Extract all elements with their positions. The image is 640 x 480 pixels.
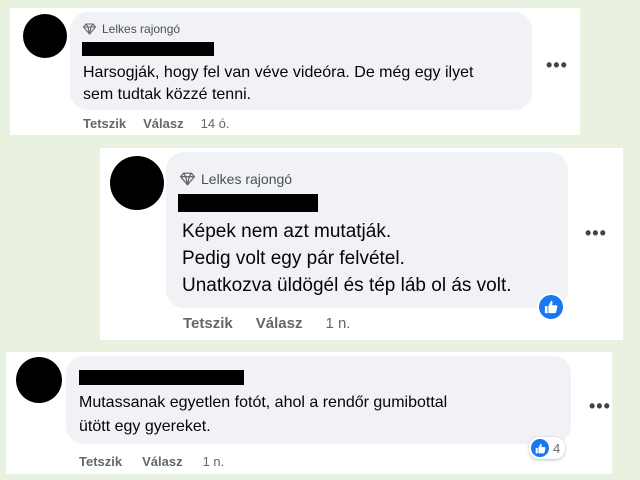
comment-card-3: Mutassanak egyetlen fotót, ahol a rendőr…: [6, 352, 612, 474]
comment-line: sem tudtak közzé tenni.: [83, 85, 252, 103]
comment-line: ütött egy gyereket.: [79, 418, 211, 435]
redacted-author-name: [178, 194, 318, 212]
more-options-icon[interactable]: •••: [585, 224, 607, 242]
thumbs-up-icon: [531, 439, 549, 457]
comment-line: Pedig volt egy pár felvétel.: [182, 248, 405, 269]
avatar[interactable]: [110, 156, 164, 210]
reaction-count: 4: [553, 440, 561, 456]
fan-badge[interactable]: Lelkes rajongó: [83, 22, 180, 36]
avatar[interactable]: [23, 14, 67, 58]
like-button[interactable]: Tetszik: [83, 116, 126, 131]
diamond-icon: [180, 172, 195, 186]
diamond-icon: [83, 23, 96, 35]
comment-line: Harsogják, hogy fel van véve videóra. De…: [83, 64, 474, 81]
more-options-icon[interactable]: •••: [589, 397, 611, 415]
fan-badge[interactable]: Lelkes rajongó: [180, 171, 292, 187]
comment-actions: Tetszik Válasz 14 ó.: [83, 116, 230, 131]
reply-button[interactable]: Válasz: [143, 116, 183, 131]
timestamp[interactable]: 14 ó.: [201, 116, 230, 131]
comment-actions: Tetszik Válasz 1 n.: [183, 315, 350, 332]
comment-text: Harsogják, hogy fel van véve videóra. De…: [83, 62, 528, 105]
comment-text: Mutassanak egyetlen fotót, ahol a rendőr…: [79, 391, 564, 439]
timestamp[interactable]: 1 n.: [325, 315, 350, 332]
comment-line: Képek nem azt mutatják.: [182, 221, 392, 242]
reply-button[interactable]: Válasz: [256, 315, 303, 332]
like-button[interactable]: Tetszik: [79, 454, 122, 469]
comment-bubble: Lelkes rajongó Képek nem azt mutatják. P…: [166, 152, 568, 308]
reaction-summary[interactable]: 4: [529, 437, 566, 459]
comment-actions: Tetszik Válasz 1 n.: [79, 454, 224, 469]
comment-card-1: Lelkes rajongó Harsogják, hogy fel van v…: [10, 8, 580, 135]
timestamp[interactable]: 1 n.: [203, 454, 225, 469]
badge-label: Lelkes rajongó: [201, 171, 293, 187]
reply-button[interactable]: Válasz: [142, 454, 182, 469]
comment-card-2: Lelkes rajongó Képek nem azt mutatják. P…: [100, 148, 623, 340]
comment-bubble: Mutassanak egyetlen fotót, ahol a rendőr…: [66, 356, 571, 444]
redacted-author-name: [82, 42, 214, 56]
comment-bubble: Lelkes rajongó Harsogják, hogy fel van v…: [70, 12, 532, 110]
avatar[interactable]: [16, 357, 62, 403]
like-button[interactable]: Tetszik: [183, 315, 233, 332]
comment-line: Unatkozva üldögél és tép láb ol ás volt.: [182, 275, 512, 296]
comment-text: Képek nem azt mutatják. Pedig volt egy p…: [182, 218, 567, 299]
thumbs-up-icon[interactable]: [537, 293, 565, 321]
redacted-author-name: [79, 370, 244, 385]
comment-line: Mutassanak egyetlen fotót, ahol a rendőr…: [79, 394, 448, 411]
badge-label: Lelkes rajongó: [102, 22, 181, 36]
more-options-icon[interactable]: •••: [546, 56, 568, 74]
